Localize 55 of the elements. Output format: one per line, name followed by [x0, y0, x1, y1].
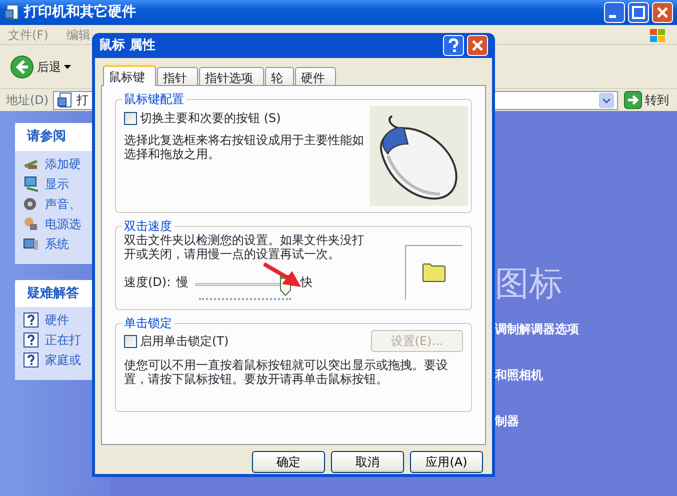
dialog-title: 鼠标 属性 [99, 36, 157, 55]
fast-label: 快 [300, 274, 313, 291]
dialog-button[interactable]: 确定 [252, 451, 325, 473]
go-button[interactable]: 转到 [622, 91, 671, 109]
task-link[interactable]: 和照相机 [495, 366, 677, 384]
close-icon[interactable] [652, 2, 673, 23]
sidebar-item[interactable]: 电源选 [15, 214, 110, 234]
folder-icon [4, 4, 21, 21]
description: 双击文件夹以检测您的设置。如果文件夹没打开或关闭，请用慢一点的设置再试一次。 [124, 233, 365, 261]
checkbox[interactable]: 切换主要和次要的按钮 (S) [124, 109, 364, 127]
menu-item[interactable]: 编辑 [66, 26, 90, 44]
checkbox[interactable]: 启用单击锁定(T) [124, 332, 229, 350]
group-title: 单击锁定 [123, 316, 173, 330]
group-title: 双击速度 [123, 219, 173, 233]
description: 选择此复选框来将右按钮设成用于主要性能如选择和拖放之用。 [124, 133, 364, 161]
tab[interactable]: 硬件 [295, 67, 336, 85]
window-title: 打印机和其它硬件 [24, 2, 137, 22]
slow-label: 慢 [176, 274, 189, 291]
slider-label: 速度(D): [124, 274, 171, 291]
sidebar-item[interactable]: 添加硬 [15, 154, 110, 174]
back-button[interactable]: 后退 [10, 54, 71, 78]
close-icon[interactable] [467, 35, 488, 56]
folder-icon [422, 263, 446, 282]
speaker-icon [23, 196, 39, 212]
monitor-icon [23, 176, 39, 192]
tab[interactable]: 指针选项 [199, 67, 264, 85]
help-icon [23, 312, 39, 328]
minimize-icon[interactable] [604, 2, 625, 23]
tab[interactable]: 轮 [265, 67, 294, 85]
help-icon[interactable] [443, 35, 464, 56]
sidebar-item[interactable]: 硬件 [15, 310, 110, 330]
sidebar-item[interactable]: 声音、 [15, 194, 110, 214]
sidebar-item[interactable]: 系统 [15, 234, 110, 260]
maximize-icon[interactable] [628, 2, 649, 23]
power-icon [23, 216, 39, 232]
tab[interactable]: 指针 [157, 67, 198, 85]
help-icon [23, 332, 39, 348]
annotation-arrow [262, 262, 302, 288]
sidebar-item[interactable]: 显示 [15, 174, 110, 194]
description: 使您可以不用一直按着鼠标按钮就可以突出显示或拖拽。要设置，请按下鼠标按钮。要放开请再单击鼠标按钮。 [124, 358, 449, 386]
sidebar-item[interactable]: 家庭或 [15, 350, 110, 377]
category-heading: 图标 [495, 263, 564, 306]
task-link[interactable]: 调制解调器选项 [495, 320, 677, 338]
tab[interactable]: 鼠标键 [103, 65, 156, 86]
address-label: 地址(D) [6, 92, 49, 109]
dialog-button[interactable]: 取消 [331, 451, 404, 473]
group-title: 鼠标键配置 [123, 92, 185, 106]
test-area[interactable] [405, 245, 463, 300]
computer-icon [23, 236, 39, 252]
dialog-button[interactable]: 应用(A) [410, 451, 483, 473]
task-link[interactable]: 制器 [495, 412, 677, 430]
sidebar-item[interactable]: 正在打 [15, 330, 110, 350]
dropdown-caret-icon [64, 64, 71, 68]
menu-item[interactable]: 文件(F) [8, 26, 48, 44]
help-icon [23, 352, 39, 368]
